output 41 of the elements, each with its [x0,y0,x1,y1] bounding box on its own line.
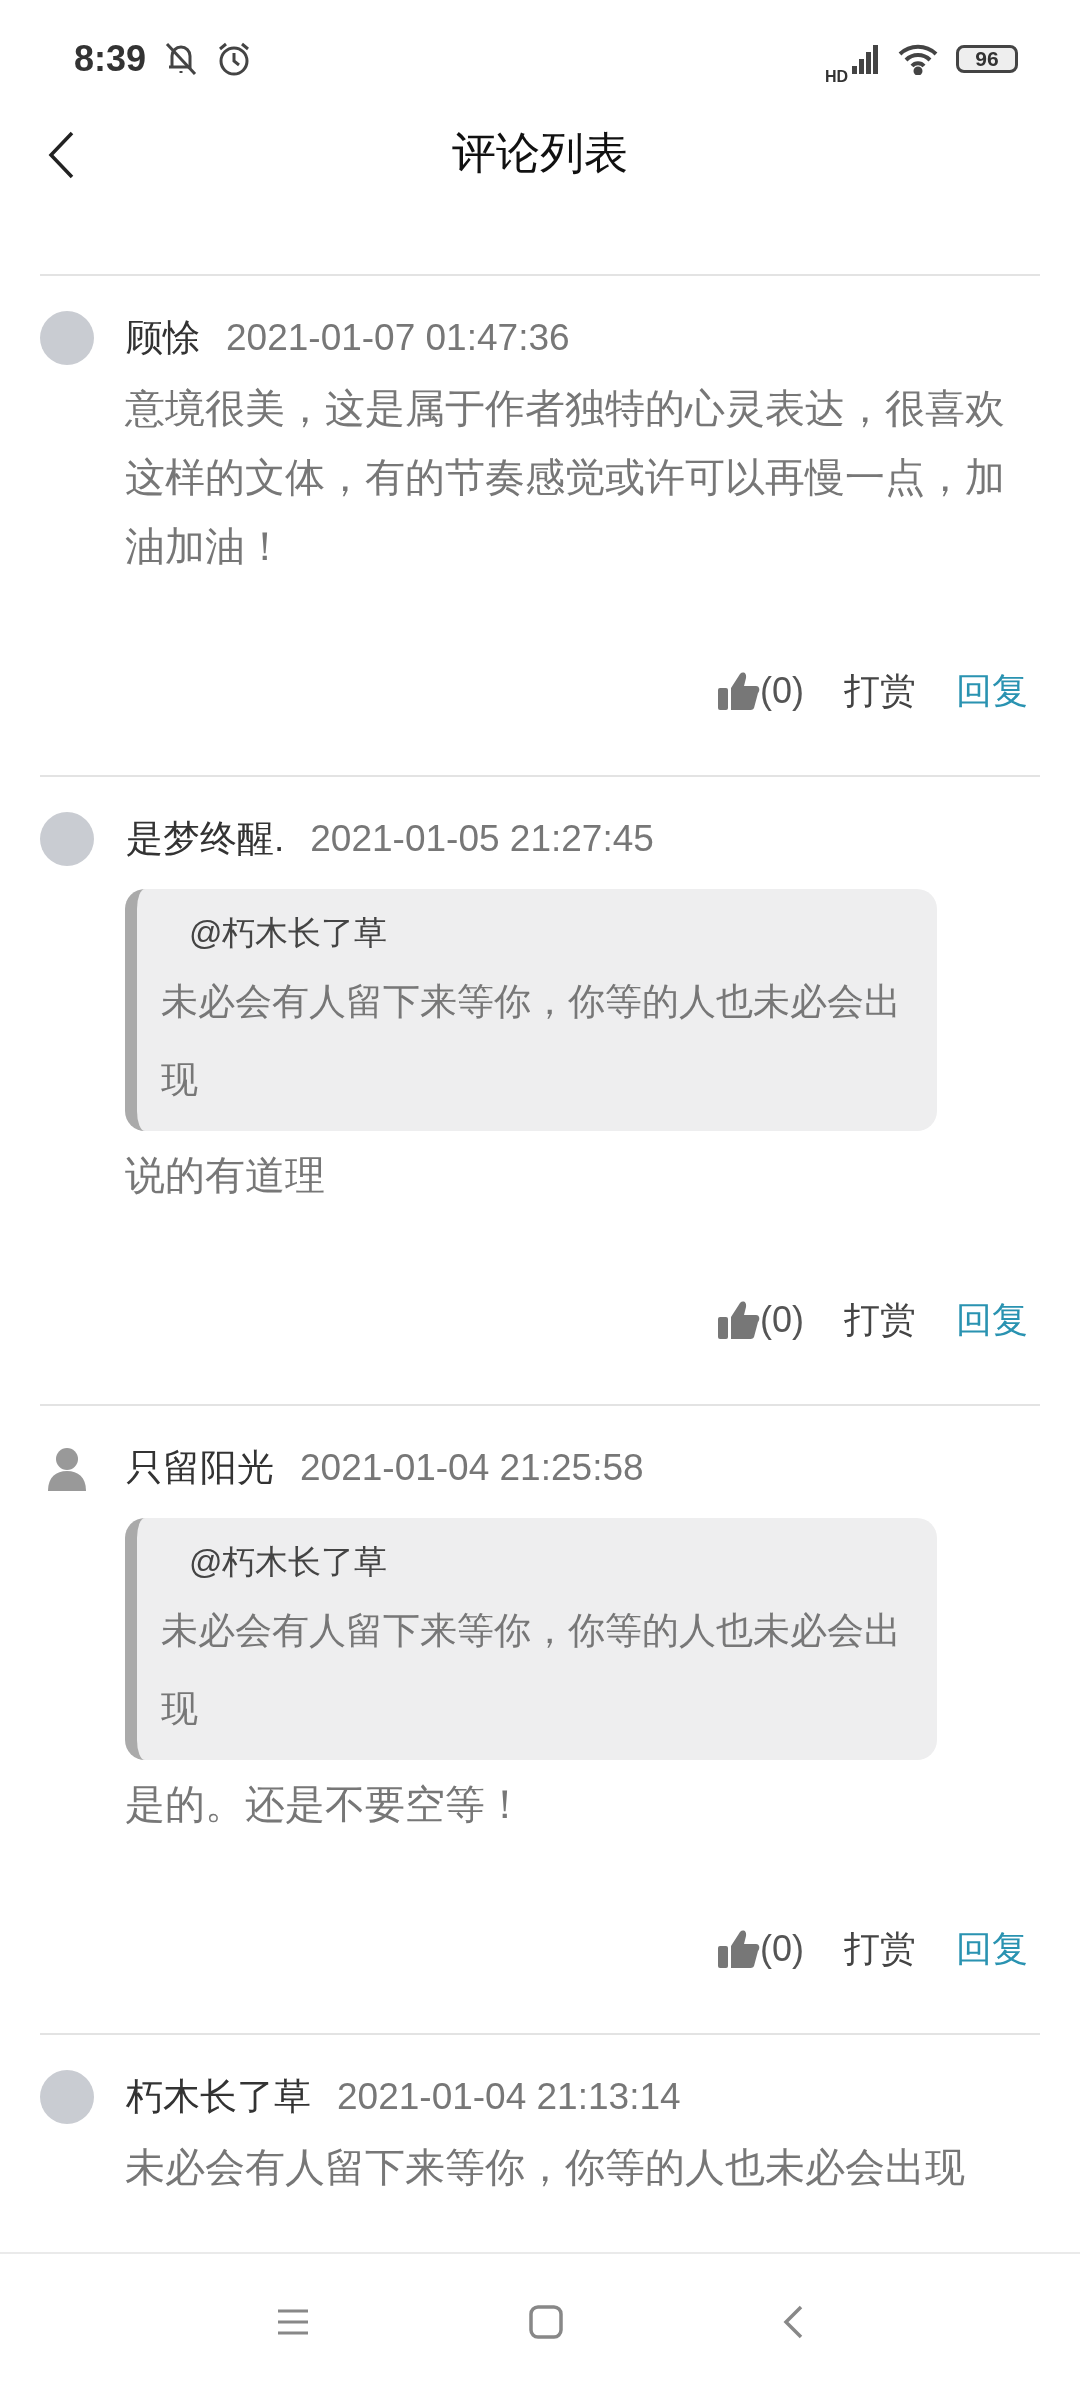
mention-text: @朽木长了草 [189,1542,389,1582]
comment-time: 2021-01-05 21:27:45 [310,818,654,860]
menu-icon[interactable] [277,2309,309,2335]
comment-time: 2021-01-07 01:47:36 [226,317,570,359]
comment-text: 是的。还是不要空等！ [125,1781,526,1828]
user-name: 只留阳光 [126,1446,274,1490]
wifi-icon [898,43,938,75]
comment-text: 说的有道理 [125,1152,326,1199]
battery-level: 96 [956,45,1018,73]
like-button[interactable]: (0) [718,1928,804,1970]
quoted-text: 未必会有人留下来等你，你等的人也未必会出现 [161,980,902,1102]
like-button[interactable]: (0) [718,1299,804,1341]
thumbs-up-icon [718,1929,760,1969]
reward-button[interactable]: 打赏 [844,1295,916,1345]
mention-text: @朽木长了草 [189,913,389,953]
reply-link[interactable]: 回复 [956,1924,1028,1974]
avatar-placeholder [40,2070,94,2124]
avatar-placeholder [40,311,94,365]
network-label: HD [824,68,848,86]
thumbs-up-icon [718,1300,760,1340]
user-name: 是梦终醒. [126,817,285,861]
status-time: 8:39 [74,38,147,80]
reward-button[interactable]: 打赏 [844,666,916,716]
signal-icon [852,44,880,74]
avatar-placeholder [40,812,94,866]
quoted-text: 未必会有人留下来等你，你等的人也未必会出现 [161,1609,902,1731]
bell-off-icon [164,41,199,77]
page-title: 评论列表 [452,126,628,179]
comment-text: 未必会有人留下来等你，你等的人也未必会出现 [125,2144,966,2191]
user-name: 朽木长了草 [126,2075,311,2119]
comment-time: 2021-01-04 21:13:14 [337,2076,681,2118]
thumbs-up-icon [718,671,760,711]
comment-text: 意境很美，这是属于作者独特的心灵表达，很喜欢这样的文体，有的节奏感觉或许可以再慢一点，加油加油！ [125,385,1006,570]
like-button[interactable]: (0) [718,670,804,712]
reply-link[interactable]: 回复 [956,1295,1028,1345]
home-square-icon[interactable] [529,2305,563,2339]
user-name: 顾悇 [126,316,200,360]
reward-button[interactable]: 打赏 [844,1924,916,1974]
comment-time: 2021-01-04 21:25:58 [300,1447,644,1489]
back-icon[interactable] [783,2305,803,2339]
reply-link[interactable]: 回复 [956,666,1028,716]
